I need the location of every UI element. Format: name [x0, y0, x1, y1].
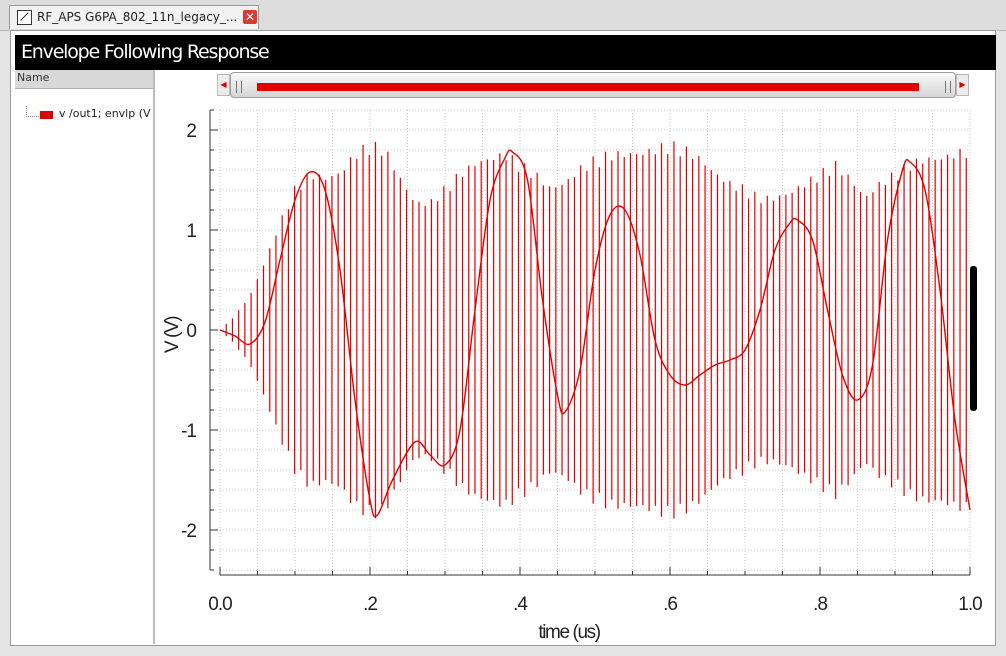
y-tick-label: -2	[181, 521, 196, 542]
vertical-scroll-handle[interactable]	[970, 266, 977, 411]
waveform-chart[interactable]: 0.0 .2 .4 .6 .8 1.0 2 1 0 -1 -2 time (us) V (V)	[155, 100, 1001, 646]
legend-panel: Name v /out1; envlp (V	[15, 70, 155, 644]
plot-title-bar: Envelope Following Response	[15, 35, 996, 70]
zoom-scroller[interactable]: ◀ ▶	[217, 71, 969, 99]
y-tick-label: -1	[181, 421, 196, 442]
tab-label: RF_APS G6PA_802_11n_legacy_...	[37, 10, 238, 24]
tree-connector	[26, 106, 39, 117]
right-grip-icon[interactable]	[945, 81, 951, 93]
y-tick-label: 0	[186, 321, 196, 342]
zoom-scroll-thumb[interactable]	[230, 72, 956, 98]
close-tab-icon[interactable]: ✕	[243, 10, 257, 24]
waveform-window-icon	[17, 10, 32, 25]
y-tick-label: 1	[186, 221, 196, 242]
x-tick-label: .6	[663, 594, 677, 615]
legend-entry-label[interactable]: v /out1; envlp (V	[59, 107, 154, 120]
axes	[209, 109, 971, 576]
legend-column-label: Name	[17, 71, 50, 84]
plot-tab[interactable]: RF_APS G6PA_802_11n_legacy_... ✕	[9, 5, 259, 29]
x-tick-label: .4	[513, 594, 528, 615]
y-axis-title: V (V)	[162, 316, 183, 353]
y-tick-label: 2	[186, 121, 196, 142]
overview-waveform	[257, 83, 919, 91]
legend-column-header[interactable]: Name	[15, 70, 153, 89]
x-tick-label: 1.0	[958, 594, 982, 615]
x-tick-label: .8	[813, 594, 827, 615]
scroll-right-arrow-icon[interactable]: ▶	[956, 74, 969, 96]
plot-title: Envelope Following Response	[21, 41, 270, 63]
x-tick-label: 0.0	[208, 594, 232, 615]
tab-bar: RF_APS G6PA_802_11n_legacy_... ✕	[0, 0, 1006, 31]
x-tick-labels: 0.0 .2 .4 .6 .8 1.0	[208, 594, 983, 615]
trace-color-swatch[interactable]	[40, 111, 53, 119]
left-grip-icon[interactable]	[236, 81, 242, 93]
scroll-left-arrow-icon[interactable]: ◀	[217, 74, 230, 96]
x-axis-title: time (us)	[538, 622, 600, 643]
x-tick-label: .2	[363, 594, 377, 615]
y-tick-labels: 2 1 0 -1 -2	[181, 121, 197, 542]
